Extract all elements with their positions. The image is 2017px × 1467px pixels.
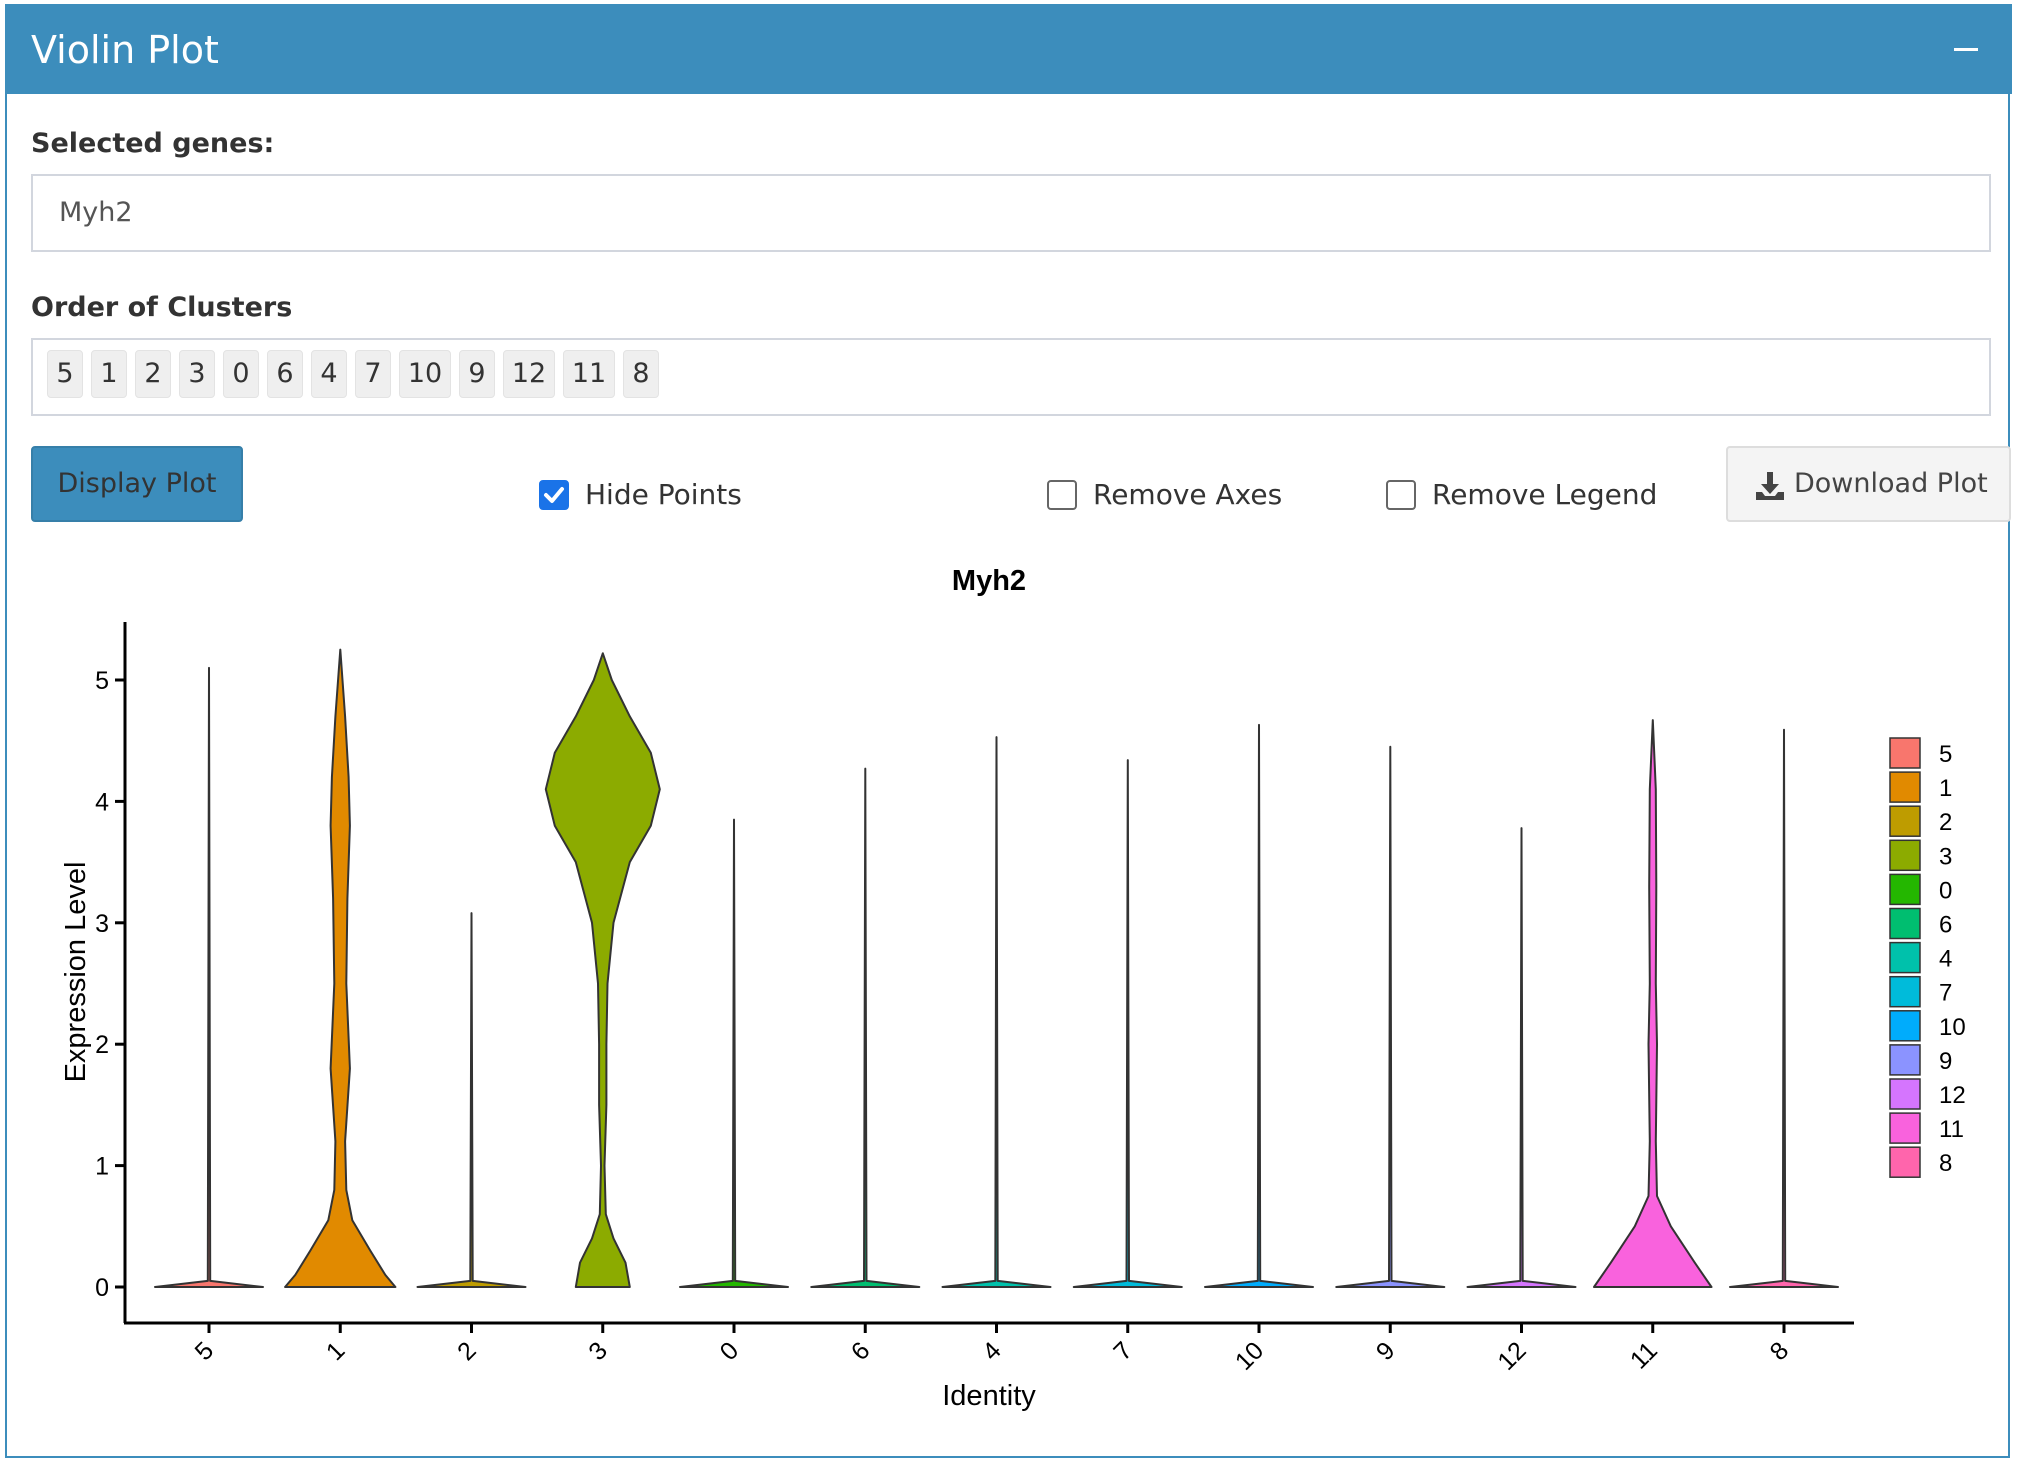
selected-genes-input[interactable]: Myh2 xyxy=(31,174,1991,252)
violin-5 xyxy=(154,666,264,1288)
legend-key-12 xyxy=(1889,1078,1921,1110)
legend-label: 8 xyxy=(1939,1150,1952,1177)
x-tick-label: 0 xyxy=(715,1336,745,1366)
legend-label: 3 xyxy=(1939,843,1952,870)
cluster-chip-0[interactable]: 0 xyxy=(223,350,259,398)
checkmark-icon xyxy=(544,487,564,503)
remove-axes-checkbox[interactable] xyxy=(1047,480,1077,510)
x-tick-label: 1 xyxy=(321,1336,351,1366)
violin-chart: Myh2 Expression Level Identity 012345 51… xyxy=(60,565,1966,1412)
legend-key-10 xyxy=(1889,1010,1921,1042)
legend-label: 1 xyxy=(1939,775,1952,802)
display-plot-button[interactable]: Display Plot xyxy=(31,446,243,522)
x-tick-label: 4 xyxy=(977,1336,1007,1366)
cluster-chip-5[interactable]: 5 xyxy=(47,350,83,398)
x-axis-label: Identity xyxy=(942,1380,1036,1412)
y-tick-label: 1 xyxy=(95,1153,109,1181)
cluster-chip-11[interactable]: 11 xyxy=(563,350,615,398)
violin-3 xyxy=(544,652,661,1288)
violin-9 xyxy=(1335,745,1446,1288)
legend-key-11 xyxy=(1889,1112,1921,1144)
violin-0 xyxy=(679,818,789,1288)
panel-header: Violin Plot xyxy=(7,4,2012,94)
x-tick-label: 2 xyxy=(452,1336,482,1366)
cluster-order-label: Order of Clusters xyxy=(31,292,293,323)
y-tick-label: 3 xyxy=(95,910,109,938)
violin-12 xyxy=(1466,827,1577,1288)
cluster-chip-6[interactable]: 6 xyxy=(267,350,303,398)
legend-key-7 xyxy=(1889,975,1921,1008)
legend-label: 12 xyxy=(1939,1082,1966,1109)
violin-4 xyxy=(941,736,1052,1288)
y-tick-label: 4 xyxy=(95,788,109,816)
cluster-chip-1[interactable]: 1 xyxy=(91,350,127,398)
download-plot-button[interactable]: Download Plot xyxy=(1726,446,2011,522)
cluster-chip-10[interactable]: 10 xyxy=(399,350,451,398)
cluster-chip-8[interactable]: 8 xyxy=(623,350,659,398)
legend-key-8 xyxy=(1889,1146,1921,1178)
remove-legend-label: Remove Legend xyxy=(1432,478,1658,511)
x-tick-label: 11 xyxy=(1625,1336,1663,1374)
hide-points-label: Hide Points xyxy=(585,478,742,511)
cluster-chip-4[interactable]: 4 xyxy=(311,350,347,398)
chart-title: Myh2 xyxy=(952,565,1026,597)
y-tick-label: 0 xyxy=(95,1274,109,1302)
cluster-chip-12[interactable]: 12 xyxy=(503,350,555,398)
legend-label: 9 xyxy=(1939,1048,1952,1075)
violin-plot-panel: Violin Plot Selected genes: Myh2 Order o… xyxy=(5,4,2012,1458)
x-tick-label: 9 xyxy=(1371,1336,1401,1366)
remove-axes-label: Remove Axes xyxy=(1093,478,1283,511)
y-tick-label: 5 xyxy=(95,667,109,695)
x-tick-label: 5 xyxy=(190,1336,220,1366)
legend-label: 11 xyxy=(1939,1116,1964,1143)
cluster-chip-9[interactable]: 9 xyxy=(459,350,495,398)
legend-key-2 xyxy=(1889,805,1921,837)
legend-label: 6 xyxy=(1939,912,1952,939)
violin-6 xyxy=(810,767,921,1288)
x-tick-label: 12 xyxy=(1492,1336,1531,1375)
legend-label: 0 xyxy=(1939,877,1952,904)
cluster-chip-3[interactable]: 3 xyxy=(179,350,215,398)
violin-7 xyxy=(1072,759,1183,1288)
legend-key-3 xyxy=(1889,839,1921,872)
legend-label: 10 xyxy=(1939,1014,1966,1041)
legend-key-4 xyxy=(1889,941,1921,974)
x-tick-label: 7 xyxy=(1108,1336,1138,1366)
cluster-chip-7[interactable]: 7 xyxy=(355,350,391,398)
y-tick-label: 2 xyxy=(95,1031,109,1059)
legend-key-9 xyxy=(1889,1044,1921,1076)
violin-8 xyxy=(1729,728,1839,1288)
legend-label: 7 xyxy=(1939,980,1952,1007)
download-icon xyxy=(1756,472,1784,500)
legend-key-5 xyxy=(1889,737,1921,769)
violin-10 xyxy=(1204,723,1314,1288)
violin-1 xyxy=(284,648,397,1288)
legend-key-1 xyxy=(1889,771,1921,803)
legend-key-6 xyxy=(1889,907,1921,940)
download-plot-label: Download Plot xyxy=(1794,468,1988,499)
cluster-chip-2[interactable]: 2 xyxy=(135,350,171,398)
selected-genes-value: Myh2 xyxy=(59,197,133,228)
legend-key-0 xyxy=(1889,873,1921,906)
violin-11 xyxy=(1592,719,1713,1288)
hide-points-checkbox[interactable] xyxy=(539,480,569,510)
selected-genes-label: Selected genes: xyxy=(31,128,275,159)
panel-title: Violin Plot xyxy=(31,28,219,72)
legend-label: 5 xyxy=(1939,741,1952,768)
legend-label: 4 xyxy=(1939,946,1952,973)
legend-label: 2 xyxy=(1939,809,1952,836)
collapse-button[interactable] xyxy=(1942,24,1992,74)
remove-legend-checkbox[interactable] xyxy=(1386,480,1416,510)
x-tick-label: 10 xyxy=(1230,1336,1269,1375)
x-tick-label: 3 xyxy=(583,1336,613,1366)
violin-2 xyxy=(416,912,527,1288)
x-tick-label: 8 xyxy=(1765,1336,1795,1366)
y-axis-label: Expression Level xyxy=(60,862,92,1083)
x-tick-label: 6 xyxy=(846,1336,876,1366)
